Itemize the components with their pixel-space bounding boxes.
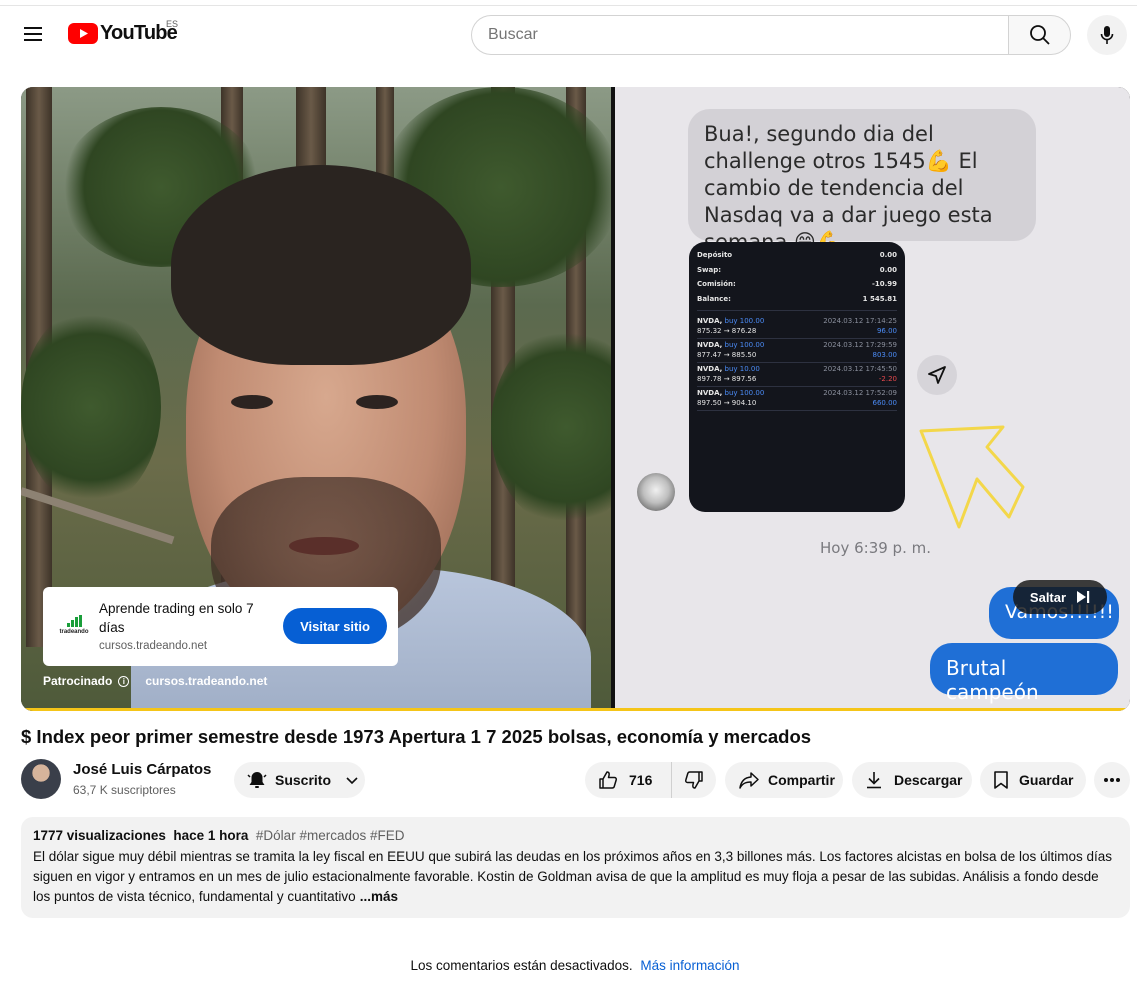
save-button[interactable]: Guardar: [980, 762, 1086, 798]
like-count: 716: [629, 772, 653, 788]
subscribed-label: Suscrito: [275, 772, 332, 788]
trade-row: NVDA, buy 100.00 877.47 → 885.50 2024.03.…: [697, 339, 897, 363]
chat-timestamp: Hoy 6:39 p. m.: [820, 539, 931, 557]
search-box: [471, 15, 1071, 55]
sponsored-url[interactable]: cursos.tradeando.net: [145, 674, 267, 688]
youtube-logo[interactable]: YouTube ES: [68, 19, 179, 45]
download-icon: [867, 772, 881, 789]
video-title: $ Index peor primer semestre desde 1973 …: [21, 726, 812, 747]
search-icon: [1029, 25, 1050, 45]
subscriber-count: 63,7 K suscriptores: [73, 783, 176, 797]
yellow-arrow-drawing-icon: [919, 425, 1025, 529]
account-row: Comisión: -10.99: [697, 280, 897, 288]
masthead: YouTube ES: [0, 6, 1137, 64]
youtube-play-icon: [68, 23, 98, 44]
visit-site-button[interactable]: Visitar sitio: [283, 608, 387, 644]
save-label: Guardar: [1019, 772, 1074, 788]
chat-message-incoming: Bua!, segundo dia del challenge otros 15…: [688, 109, 1036, 254]
search-button[interactable]: [1008, 15, 1071, 55]
thumbs-down-icon: [684, 771, 703, 789]
ad-progress-bar[interactable]: [21, 708, 1130, 711]
chat-reply-2: Brutal campeón: [930, 643, 1118, 704]
share-button[interactable]: Compartir: [725, 762, 843, 798]
upload-age: hace 1 hora: [173, 828, 249, 843]
skip-next-icon: [1077, 591, 1090, 603]
voice-search-button[interactable]: [1087, 15, 1127, 55]
sponsored-bar: Patrocinado i cursos.tradeando.net: [43, 674, 267, 688]
bookmark-icon: [994, 771, 1008, 789]
chevron-down-icon: [346, 777, 358, 785]
channel-name[interactable]: José Luis Cárpatos: [73, 761, 211, 778]
microphone-icon: [1100, 26, 1114, 44]
download-label: Descargar: [894, 772, 963, 788]
skip-label: Saltar: [1029, 589, 1067, 605]
trade-row: NVDA, buy 10.00 897.78 → 897.56 2024.03.1…: [697, 363, 897, 387]
bell-icon: [247, 772, 267, 788]
like-button[interactable]: 716: [585, 762, 672, 798]
advertiser-logo: tradeando: [55, 609, 93, 641]
description-box[interactable]: 1777 visualizaciones hace 1 hora #Dólar …: [21, 817, 1130, 918]
view-count: 1777 visualizaciones: [33, 828, 166, 843]
like-dislike-segment: 716: [585, 762, 716, 798]
search-input[interactable]: [471, 15, 1008, 55]
hashtags[interactable]: #Dólar #mercados #FED: [256, 828, 405, 843]
more-info-link[interactable]: Más información: [640, 958, 739, 973]
more-horizontal-icon: [1104, 778, 1120, 782]
share-label: Compartir: [768, 772, 835, 788]
account-row: Balance: 1 545.81: [697, 294, 897, 303]
thumbs-up-icon: [599, 771, 618, 789]
sponsored-label: Patrocinado: [43, 674, 113, 688]
hamburger-icon: [24, 27, 42, 41]
description-text: El dólar sigue muy débil mientras se tra…: [33, 849, 1113, 904]
info-icon[interactable]: i: [118, 675, 130, 687]
show-more-link[interactable]: ...más: [360, 889, 398, 904]
ad-title[interactable]: Aprende trading en solo 7 días: [99, 599, 269, 637]
more-actions-button[interactable]: [1094, 762, 1130, 798]
ad-url: cursos.tradeando.net: [99, 640, 208, 652]
ad-card[interactable]: tradeando Aprende trading en solo 7 días…: [43, 587, 398, 666]
video-player[interactable]: Bua!, segundo dia del challenge otros 15…: [21, 87, 1130, 711]
dislike-button[interactable]: [672, 762, 716, 798]
trade-row: NVDA, buy 100.00 897.50 → 904.10 2024.03.…: [697, 387, 897, 411]
subscribed-button[interactable]: Suscrito: [234, 762, 365, 798]
comments-disabled-notice: Los comentarios están desactivados. Más …: [0, 958, 1137, 973]
chat-forward-button: [917, 355, 957, 395]
download-button[interactable]: Descargar: [852, 762, 972, 798]
share-arrow-icon: [739, 772, 759, 789]
guide-menu-button[interactable]: [14, 14, 54, 54]
account-row: Depósito 0.00: [697, 251, 897, 259]
country-code: ES: [166, 19, 179, 29]
trade-row: NVDA, buy 100.00 875.32 → 876.28 2024.03.…: [697, 315, 897, 339]
skip-ad-button[interactable]: Saltar: [1013, 580, 1107, 614]
contact-avatar: [637, 473, 675, 511]
account-row: Swap: 0.00: [697, 265, 897, 274]
comments-disabled-text: Los comentarios están desactivados.: [410, 958, 633, 973]
description-meta: 1777 visualizaciones hace 1 hora #Dólar …: [33, 827, 1118, 845]
trading-screenshot: Depósito 0.00 Swap: 0.00 Comisión: -10.99 B…: [689, 242, 905, 512]
send-arrow-icon: [928, 366, 946, 384]
channel-avatar[interactable]: [21, 759, 61, 799]
video-frame-chat: Bua!, segundo dia del challenge otros 15…: [615, 87, 1130, 711]
